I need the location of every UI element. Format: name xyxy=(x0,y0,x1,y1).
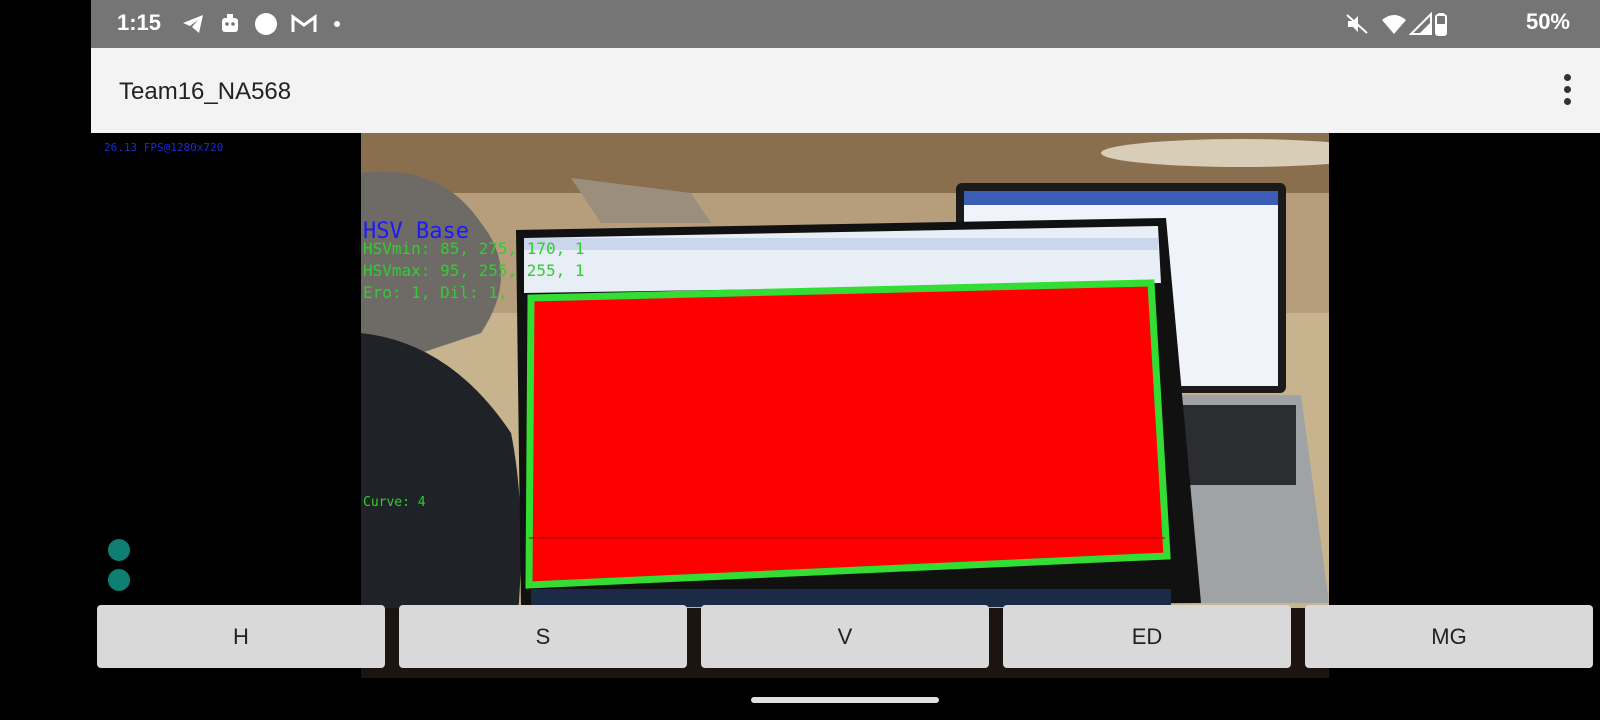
camera-frame xyxy=(361,133,1329,678)
dot-icon xyxy=(333,12,357,36)
camera-preview: HSV Base HSVmin: 85, 275, 170, 1 HSVmax:… xyxy=(361,133,1329,678)
erode-dilate-readout: Ero: 1, Dil: 1, xyxy=(363,283,508,302)
wifi-icon xyxy=(1381,12,1406,36)
mute-icon xyxy=(1345,12,1369,36)
ed-button[interactable]: ED xyxy=(1003,605,1291,668)
detected-mask-region xyxy=(525,279,1171,589)
mg-button[interactable]: MG xyxy=(1305,605,1593,668)
signal-icon xyxy=(1408,11,1433,36)
fps-readout: 26.13 FPS@1280x720 xyxy=(104,141,224,154)
indicator-dot[interactable] xyxy=(108,539,130,561)
overflow-menu-icon[interactable] xyxy=(1564,74,1572,106)
telegram-icon xyxy=(181,12,205,36)
s-button[interactable]: S xyxy=(399,605,687,668)
status-time: 1:15 xyxy=(117,10,162,35)
hsv-min-readout: HSVmin: 85, 275, 170, 1 xyxy=(363,239,585,258)
home-gesture-bar[interactable] xyxy=(751,697,939,703)
curve-readout: Curve: 4 xyxy=(363,495,426,510)
app-title: Team16_NA568 xyxy=(119,78,292,105)
hsv-max-readout: HSVmax: 95, 255, 255, 1 xyxy=(363,261,585,280)
indicator-dot[interactable] xyxy=(108,569,130,591)
battery-icon xyxy=(1435,12,1459,36)
notification-icon xyxy=(218,12,242,36)
h-button[interactable]: H xyxy=(97,605,385,668)
gmail-icon xyxy=(291,12,317,36)
v-button[interactable]: V xyxy=(701,605,989,668)
app-bar: Team16_NA568 xyxy=(91,48,1600,133)
status-bar: 1:15 50% xyxy=(91,0,1600,48)
circle-icon xyxy=(254,12,278,36)
battery-percent: 50% xyxy=(1525,9,1570,34)
